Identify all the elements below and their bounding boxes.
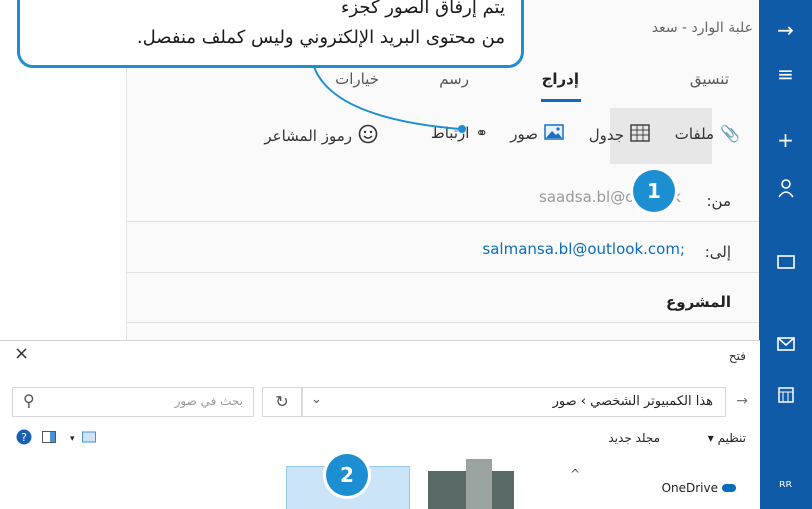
to-label: إلى: bbox=[704, 243, 731, 261]
link-button[interactable]: ⚭ ارتباط bbox=[431, 124, 488, 142]
preview-pane-icon[interactable] bbox=[42, 431, 56, 446]
divider bbox=[127, 322, 760, 323]
files-button[interactable]: 📎 ملفات bbox=[675, 124, 740, 143]
callout-box: يتم إرفاق الصور كجزء من محتوى البريد الإ… bbox=[17, 0, 524, 68]
active-tab-indicator bbox=[541, 99, 581, 102]
address-bar[interactable]: هذا الكمبيوتر الشخصي › صور ⌄ bbox=[302, 387, 726, 417]
back-arrow-icon[interactable]: → bbox=[736, 393, 748, 409]
to-value[interactable]: salmansa.bl@outlook.com; bbox=[482, 240, 685, 258]
mail-icon[interactable] bbox=[759, 332, 812, 356]
sidebar-item-onedrive[interactable]: OneDrive bbox=[662, 481, 740, 495]
file-thumbnail[interactable] bbox=[466, 459, 492, 509]
paperclip-icon: 📎 bbox=[720, 124, 740, 143]
search-input[interactable]: بحث في صور ⚲ bbox=[12, 387, 254, 417]
help-icon[interactable]: ? bbox=[16, 429, 32, 448]
onedrive-label: OneDrive bbox=[661, 481, 718, 495]
dialog-navigation-bar: → ← ⌄ ↑ هذا الكمبيوتر الشخصي › صور ⌄ ↻ ب… bbox=[0, 385, 760, 421]
person-icon[interactable] bbox=[759, 178, 812, 203]
tab-options[interactable]: خيارات bbox=[335, 70, 379, 88]
svg-text:?: ? bbox=[21, 431, 27, 444]
people-icon[interactable]: ᴿᴿ bbox=[759, 478, 812, 496]
emoji-button[interactable]: رموز المشاعر bbox=[264, 124, 378, 148]
callout-text-line1: يتم إرفاق الصور كجزء bbox=[340, 0, 505, 18]
from-label: من: bbox=[706, 192, 731, 210]
smiley-icon bbox=[358, 124, 378, 148]
step-badge-2: 2 bbox=[326, 454, 368, 496]
dialog-command-bar: تنظيم ▾ مجلد جديد ? ▾ bbox=[0, 427, 760, 457]
app-bar: → ≡ + ᴿᴿ bbox=[759, 0, 812, 509]
view-icon[interactable] bbox=[82, 431, 96, 446]
callout-text-line2: من محتوى البريد الإلكتروني وليس كملف منف… bbox=[136, 27, 505, 48]
address-path: هذا الكمبيوتر الشخصي › صور bbox=[552, 394, 713, 409]
step-badge-1: 1 bbox=[633, 170, 675, 212]
picture-icon bbox=[544, 124, 564, 144]
divider bbox=[127, 272, 760, 273]
open-file-dialog: فتح × → ← ⌄ ↑ هذا الكمبيوتر الشخصي › صور… bbox=[0, 340, 760, 509]
refresh-icon[interactable]: ↻ bbox=[262, 387, 302, 417]
divider bbox=[127, 221, 760, 222]
link-label: ارتباط bbox=[430, 124, 470, 142]
window-title: علبة الوارد - سعد bbox=[651, 20, 753, 36]
tab-format[interactable]: تنسيق bbox=[690, 70, 729, 88]
dialog-title: فتح bbox=[728, 349, 746, 363]
link-icon: ⚭ bbox=[475, 124, 488, 142]
new-folder-button[interactable]: مجلد جديد bbox=[608, 431, 660, 445]
pictures-button[interactable]: صور bbox=[510, 124, 564, 144]
files-label: ملفات bbox=[674, 124, 715, 143]
search-placeholder: بحث في صور bbox=[174, 394, 243, 408]
pictures-label: صور bbox=[510, 125, 538, 143]
search-icon: ⚲ bbox=[23, 391, 35, 410]
chevron-down-icon[interactable]: ⌄ bbox=[311, 392, 322, 407]
close-icon[interactable]: × bbox=[14, 343, 29, 364]
plus-icon[interactable]: + bbox=[759, 128, 812, 152]
subject-field[interactable]: المشروع bbox=[666, 293, 731, 311]
view-dropdown-icon[interactable]: ▾ bbox=[70, 434, 75, 444]
insert-toolbar: 📎 ملفات جدول صور ⚭ ارتباط رموز المشاعر bbox=[127, 108, 760, 164]
folder-icon[interactable] bbox=[759, 250, 812, 274]
tab-draw[interactable]: رسم bbox=[439, 70, 469, 88]
calendar-icon[interactable] bbox=[759, 384, 812, 408]
arrow-right-icon[interactable]: → bbox=[759, 18, 812, 42]
organize-button[interactable]: تنظيم ▾ bbox=[708, 431, 746, 445]
table-button[interactable]: جدول bbox=[589, 124, 650, 146]
tab-insert[interactable]: إدراج bbox=[542, 70, 579, 88]
emoji-label: رموز المشاعر bbox=[264, 127, 352, 145]
scroll-up-icon[interactable]: ^ bbox=[570, 467, 580, 481]
table-icon bbox=[630, 124, 650, 146]
hamburger-menu-icon[interactable]: ≡ bbox=[759, 62, 812, 86]
table-label: جدول bbox=[588, 126, 624, 144]
cloud-icon bbox=[722, 484, 736, 492]
